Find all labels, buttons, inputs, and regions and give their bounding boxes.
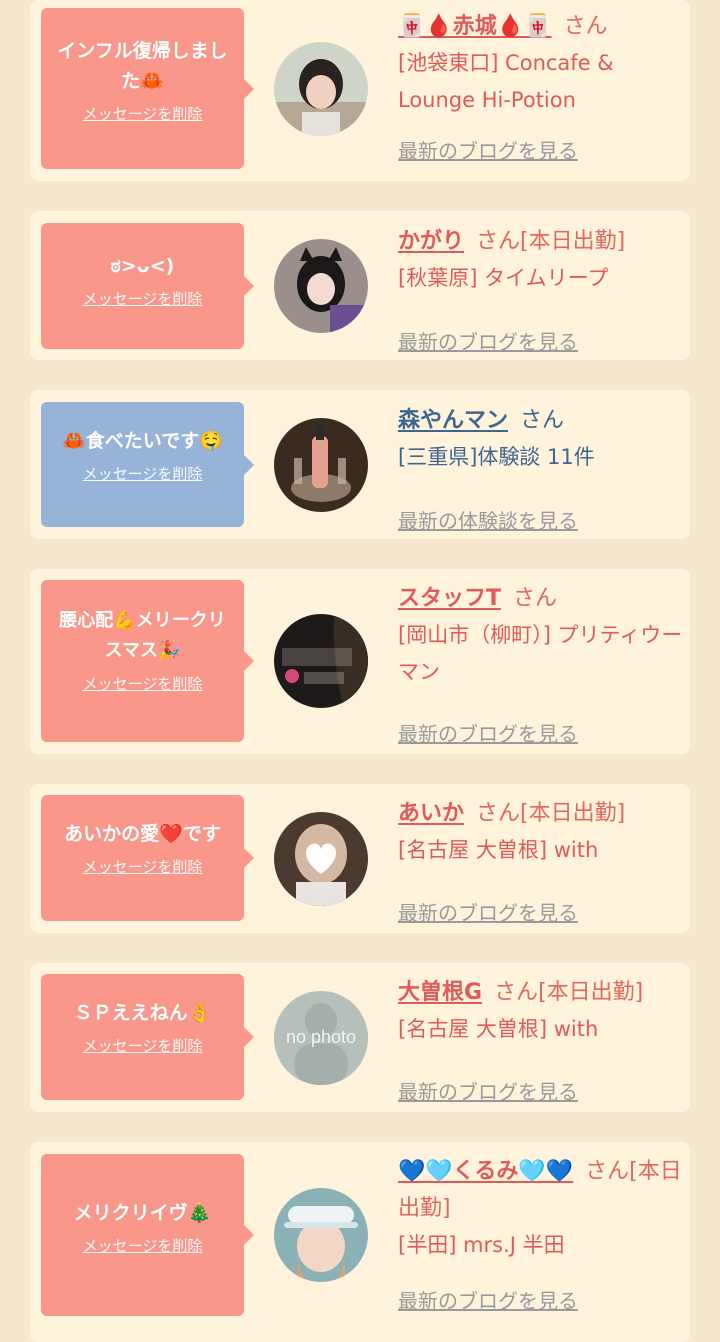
- latest-blog-link[interactable]: 最新のブログを見る: [398, 329, 578, 355]
- delete-message-link[interactable]: メッセージを削除: [51, 674, 234, 694]
- girl-name-link[interactable]: スタッフT: [398, 586, 501, 611]
- delete-message-link[interactable]: メッセージを削除: [51, 464, 234, 484]
- message-text: ＳＰええねん👌: [73, 1002, 212, 1024]
- shop-info: [三重県]体験談 11件: [398, 445, 595, 469]
- delete-message-link[interactable]: メッセージを削除: [51, 1036, 234, 1056]
- list-item: 腰心配💪メリークリスマス🎉 メッセージを削除 スタッフT さん [岡山市（柳町）]…: [30, 569, 690, 754]
- latest-blog-link[interactable]: 最新のブログを見る: [398, 721, 578, 747]
- message-text: メリクリイヴ🎄: [73, 1202, 212, 1224]
- no-photo-text: no photo: [285, 1027, 357, 1047]
- girl-name-link[interactable]: 大曽根G: [398, 980, 482, 1005]
- message-bubble: 腰心配💪メリークリスマス🎉 メッセージを削除: [41, 580, 254, 742]
- latest-blog-link[interactable]: 最新のブログを見る: [398, 900, 578, 926]
- name-suffix: さん: [563, 14, 608, 39]
- latest-blog-link[interactable]: 最新のブログを見る: [398, 1288, 578, 1314]
- shop-info: [名古屋 大曽根] with: [398, 838, 599, 862]
- shop-info: [名古屋 大曽根] with: [398, 1017, 599, 1041]
- shop-info: [半田] mrs.J 半田: [398, 1233, 565, 1257]
- delete-message-link[interactable]: メッセージを削除: [51, 289, 234, 309]
- profile-info: 大曽根G さん[本日出勤] [名古屋 大曽根] with 最新のブログを見る: [398, 974, 683, 1104]
- name-suffix: さん: [513, 586, 558, 611]
- profile-info: あいか さん[本日出勤] [名古屋 大曽根] with 最新のブログを見る: [398, 795, 683, 925]
- list-item: メリクリイヴ🎄 メッセージを削除 💙🩵くるみ🩵💙 さん[本日出勤] [半田] mr…: [30, 1142, 690, 1342]
- message-bubble: ＳＰええねん👌 メッセージを削除: [41, 974, 254, 1100]
- avatar-photo-heart-face[interactable]: [274, 812, 368, 906]
- message-text: 🦀食べたいです🤤: [62, 430, 223, 452]
- girl-name-link[interactable]: あいか: [398, 801, 464, 826]
- message-bubble: ಠ>ᴗ<) メッセージを削除: [41, 223, 254, 349]
- avatar-no-photo[interactable]: no photo: [274, 991, 368, 1085]
- avatar-photo-girl-cat-ears[interactable]: [274, 239, 368, 333]
- name-suffix: さん[本日出勤]: [494, 980, 644, 1005]
- name-suffix: さん[本日出勤]: [476, 801, 626, 826]
- profile-info: 🀄🩸赤城🩸🀄 さん [池袋東口] Concafe & Lounge Hi-Poti…: [398, 8, 683, 163]
- avatar-photo-girl-visor[interactable]: [274, 1188, 368, 1282]
- avatar-photo-champagne[interactable]: [274, 418, 368, 512]
- girl-name-link[interactable]: 🀄🩸赤城🩸🀄: [398, 14, 552, 39]
- list-item: インフル復帰しました🦀 メッセージを削除 🀄🩸赤城🩸🀄 さん [池袋東口] Con…: [30, 0, 690, 181]
- name-suffix: さん: [520, 408, 565, 433]
- name-suffix: さん[本日出勤]: [476, 229, 626, 254]
- avatar-photo-girl-short-hair[interactable]: [274, 42, 368, 136]
- latest-blog-link[interactable]: 最新のブログを見る: [398, 1079, 578, 1105]
- delete-message-link[interactable]: メッセージを削除: [51, 1236, 234, 1256]
- list-item: ＳＰええねん👌 メッセージを削除 no photo 大曽根G さん[本日出勤] […: [30, 963, 690, 1112]
- message-text: あいかの愛❤️です: [64, 823, 221, 845]
- profile-info: スタッフT さん [岡山市（柳町）] プリティウーマン 最新のブログを見る: [398, 580, 683, 746]
- latest-blog-link[interactable]: 最新のブログを見る: [398, 138, 578, 164]
- list-item: 🦀食べたいです🤤 メッセージを削除 森やんマン さん [三重県]体験談 11件 最…: [30, 390, 690, 539]
- shop-info: [岡山市（柳町）] プリティウーマン: [398, 623, 683, 684]
- profile-info: 森やんマン さん [三重県]体験談 11件 最新の体験談を見る: [398, 402, 683, 533]
- shop-info: [秋葉原] タイムリープ: [398, 266, 609, 290]
- girl-name-link[interactable]: かがり: [398, 229, 464, 254]
- shop-info: [池袋東口] Concafe & Lounge Hi-Potion: [398, 51, 614, 112]
- delete-message-link[interactable]: メッセージを削除: [51, 857, 234, 877]
- delete-message-link[interactable]: メッセージを削除: [51, 104, 234, 124]
- message-text: ಠ>ᴗ<): [110, 255, 175, 277]
- message-bubble: メリクリイヴ🎄 メッセージを削除: [41, 1154, 254, 1316]
- profile-info: かがり さん[本日出勤] [秋葉原] タイムリープ 最新のブログを見る: [398, 223, 683, 354]
- girl-name-link[interactable]: 💙🩵くるみ🩵💙: [398, 1159, 573, 1184]
- latest-review-link[interactable]: 最新の体験談を見る: [398, 508, 578, 534]
- profile-info: 💙🩵くるみ🩵💙 さん[本日出勤] [半田] mrs.J 半田 最新のブログを見る: [398, 1153, 683, 1313]
- message-bubble: インフル復帰しました🦀 メッセージを削除: [41, 8, 254, 169]
- message-text: インフル復帰しました🦀: [57, 40, 228, 92]
- message-text: 腰心配💪メリークリスマス🎉: [59, 610, 226, 661]
- list-item: ಠ>ᴗ<) メッセージを削除 かがり さん[本日出勤] [秋葉原] タイムリープ …: [30, 211, 690, 360]
- list-item: あいかの愛❤️です メッセージを削除 あいか さん[本日出勤] [名古屋 大曽根]…: [30, 784, 690, 933]
- avatar-logo-pretty-woman[interactable]: [274, 614, 368, 708]
- message-bubble: あいかの愛❤️です メッセージを削除: [41, 795, 254, 921]
- reviewer-name-link[interactable]: 森やんマン: [398, 408, 508, 433]
- message-bubble: 🦀食べたいです🤤 メッセージを削除: [41, 402, 254, 527]
